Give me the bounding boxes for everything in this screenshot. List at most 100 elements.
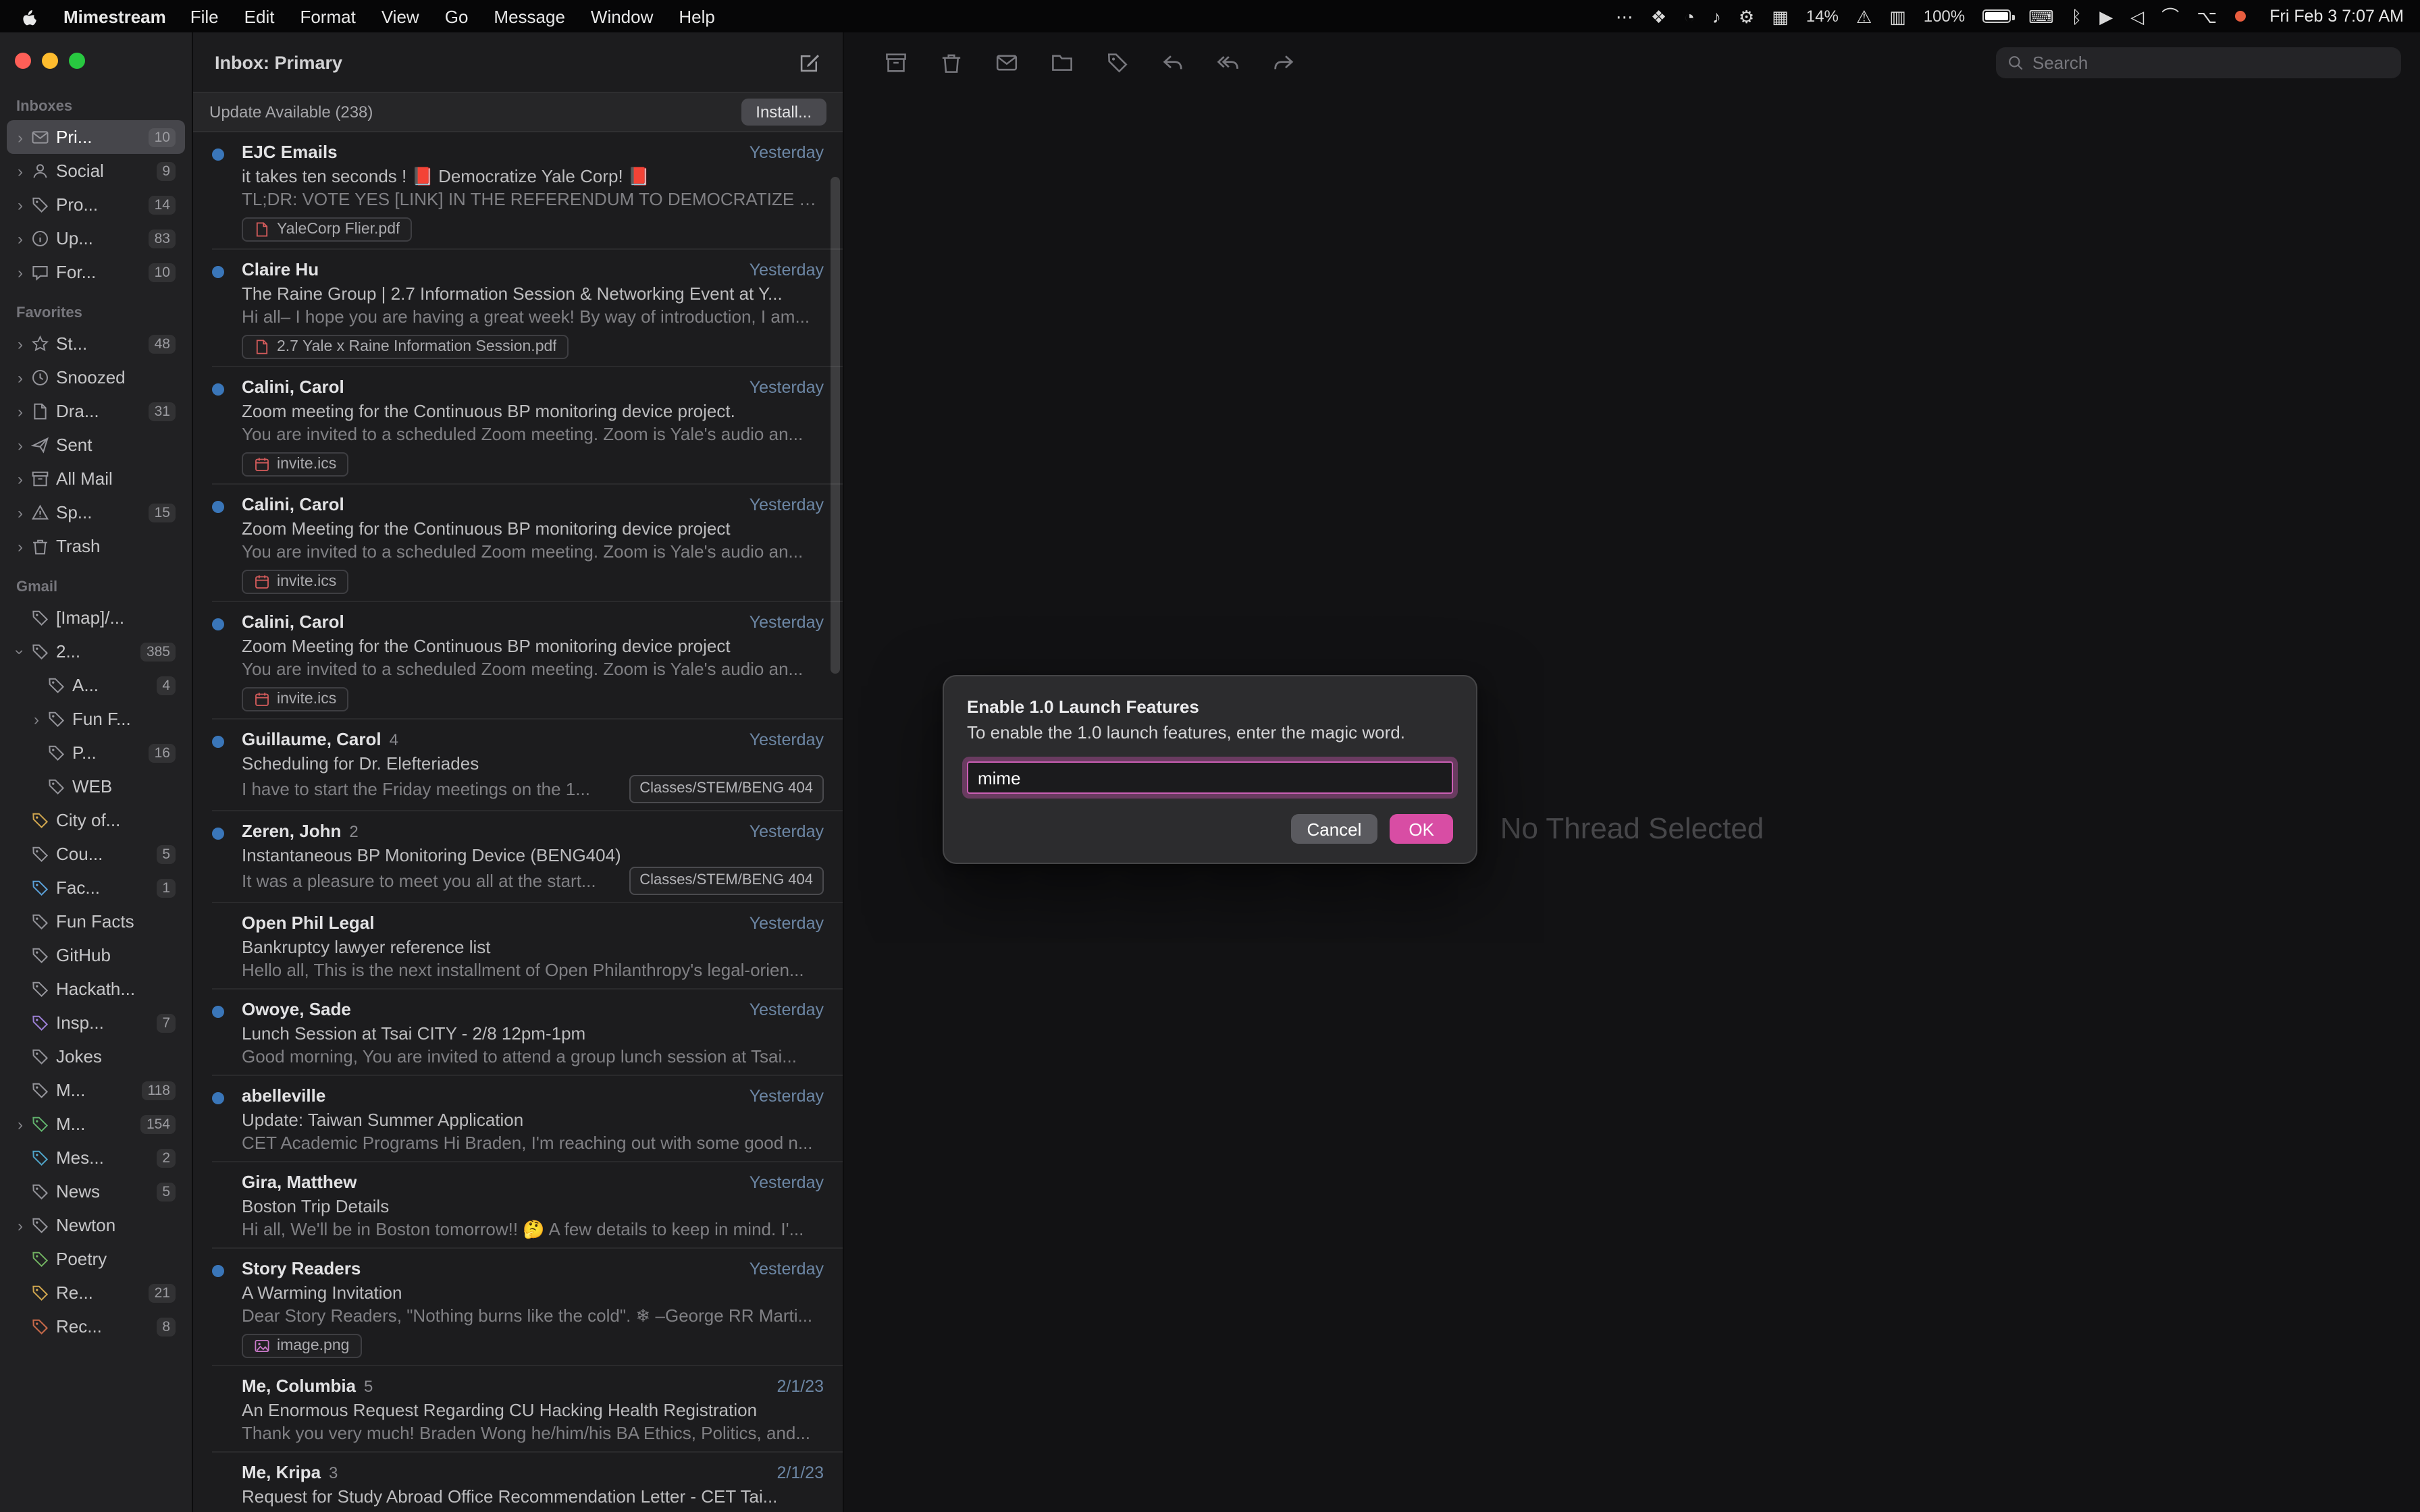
chevron-right-icon[interactable]: ›	[14, 470, 27, 487]
search-input[interactable]: Search	[1996, 47, 2401, 78]
sidebar-item-fac[interactable]: Fac...1	[7, 871, 185, 905]
magic-word-input[interactable]	[967, 761, 1453, 794]
sidebar-item-fun-facts[interactable]: Fun Facts	[7, 905, 185, 938]
sidebar-item-mes[interactable]: Mes...2	[7, 1141, 185, 1174]
menu-window[interactable]: Window	[591, 6, 654, 26]
forward-icon[interactable]	[1272, 51, 1295, 74]
play-icon[interactable]: ▶	[2099, 7, 2113, 25]
compose-icon[interactable]	[798, 51, 821, 74]
attachment-chip[interactable]: invite.ics	[242, 570, 348, 594]
battery-full-percent[interactable]: 100%	[1924, 7, 1965, 26]
sidebar-item-imap[interactable]: [Imap]/...	[7, 601, 185, 634]
sidebar-item-st[interactable]: ›St...48	[7, 327, 185, 360]
email-list-item[interactable]: EJC EmailsYesterdayit takes ten seconds …	[193, 132, 843, 250]
sidebar-item-all-mail[interactable]: ›All Mail	[7, 462, 185, 495]
reply-icon[interactable]	[1161, 51, 1184, 74]
sidebar-item-hackath[interactable]: Hackath...	[7, 972, 185, 1006]
sidebar-item-sent[interactable]: ›Sent	[7, 428, 185, 462]
time-machine-icon[interactable]: ◔	[1684, 7, 1695, 25]
cancel-button[interactable]: Cancel	[1290, 814, 1377, 844]
sidebar-item-m[interactable]: M...118	[7, 1073, 185, 1107]
sidebar-item-news[interactable]: News5	[7, 1174, 185, 1208]
attachment-chip[interactable]: YaleCorp Flier.pdf	[242, 217, 412, 242]
install-update-button[interactable]: Install...	[741, 99, 826, 126]
zoom-window-button[interactable]	[69, 53, 85, 69]
email-list-item[interactable]: Gira, MatthewYesterdayBoston Trip Detail…	[193, 1162, 843, 1249]
ok-button[interactable]: OK	[1390, 814, 1453, 844]
sidebar-item-newton[interactable]: ›Newton	[7, 1208, 185, 1242]
warning-icon[interactable]: ⚠	[1856, 7, 1872, 25]
sidebar-item-poetry[interactable]: Poetry	[7, 1242, 185, 1276]
email-list-item[interactable]: Story ReadersYesterdayA Warming Invitati…	[193, 1249, 843, 1366]
sidebar-item-m[interactable]: ›M...154	[7, 1107, 185, 1141]
chevron-right-icon[interactable]: ›	[14, 196, 27, 213]
apple-menu-icon[interactable]	[19, 6, 39, 26]
reply-all-icon[interactable]	[1217, 51, 1240, 74]
volume-icon[interactable]: ◁	[2130, 7, 2144, 25]
menu-help[interactable]: Help	[679, 6, 715, 26]
sidebar-item-web[interactable]: WEB	[7, 770, 185, 803]
list-scrollbar-thumb[interactable]	[831, 177, 840, 674]
email-list-item[interactable]: Owoye, SadeYesterdayLunch Session at Tsa…	[193, 990, 843, 1076]
label-chip[interactable]: Classes/STEM/BENG 404	[629, 775, 824, 803]
chevron-right-icon[interactable]: ›	[14, 1217, 27, 1233]
battery-low-percent[interactable]: 14%	[1806, 7, 1839, 26]
sidebar-item-up[interactable]: ›Up...83	[7, 221, 185, 255]
label-chip[interactable]: Classes/STEM/BENG 404	[629, 867, 824, 895]
attachment-chip[interactable]: image.png	[242, 1334, 361, 1358]
sidebar-item-re[interactable]: Re...21	[7, 1276, 185, 1310]
sidebar-item-social[interactable]: ›Social9	[7, 154, 185, 188]
menu-message[interactable]: Message	[494, 6, 565, 26]
email-list-item[interactable]: abellevilleYesterdayUpdate: Taiwan Summe…	[193, 1076, 843, 1162]
attachment-chip[interactable]: 2.7 Yale x Raine Information Session.pdf	[242, 335, 569, 359]
email-list-item[interactable]: Calini, CarolYesterdayZoom meeting for t…	[193, 367, 843, 485]
sidebar-item-sp[interactable]: ›Sp...15	[7, 495, 185, 529]
attachment-chip[interactable]: invite.ics	[242, 687, 348, 711]
control-center-icon[interactable]: ⌥	[2197, 7, 2217, 25]
bookmark-icon[interactable]: ❖	[1651, 7, 1666, 25]
email-list-item[interactable]: Claire HuYesterdayThe Raine Group | 2.7 …	[193, 250, 843, 367]
chevron-right-icon[interactable]: ›	[14, 504, 27, 520]
sidebar-item-fun-f[interactable]: ›Fun F...	[7, 702, 185, 736]
bluetooth-icon[interactable]: ᛒ	[2072, 7, 2082, 25]
more-icon[interactable]: ⋯	[1616, 7, 1633, 25]
battery-icon[interactable]	[1982, 9, 2011, 23]
sidebar-item-snoozed[interactable]: ›Snoozed	[7, 360, 185, 394]
email-list-item[interactable]: Me, Columbia52/1/23An Enormous Request R…	[193, 1366, 843, 1453]
settings-icon[interactable]: ⚙	[1739, 7, 1754, 25]
sidebar-item-dra[interactable]: ›Dra...31	[7, 394, 185, 428]
email-list-item[interactable]: Zeren, John2YesterdayInstantaneous BP Mo…	[193, 811, 843, 903]
grid-icon[interactable]: ▦	[1772, 7, 1789, 25]
chevron-right-icon[interactable]: ›	[14, 129, 27, 145]
chevron-down-icon[interactable]: ›	[12, 645, 28, 658]
wifi-icon[interactable]: ⌒	[2161, 7, 2179, 25]
email-list-item[interactable]: Guillaume, Carol4YesterdayScheduling for…	[193, 720, 843, 811]
mark-unread-icon[interactable]	[995, 51, 1018, 74]
display-icon[interactable]: ▥	[1889, 7, 1906, 25]
minimize-window-button[interactable]	[42, 53, 58, 69]
chevron-right-icon[interactable]: ›	[14, 1116, 27, 1132]
sidebar-item-a[interactable]: A...4	[7, 668, 185, 702]
chevron-right-icon[interactable]: ›	[14, 264, 27, 280]
chevron-right-icon[interactable]: ›	[14, 538, 27, 554]
move-to-folder-icon[interactable]	[1051, 51, 1074, 74]
email-list-item[interactable]: Me, Kripa32/1/23Request for Study Abroad…	[193, 1453, 843, 1512]
chevron-right-icon[interactable]: ›	[14, 335, 27, 352]
sidebar-item-pro[interactable]: ›Pro...14	[7, 188, 185, 221]
keyboard-icon[interactable]: ⌨	[2028, 7, 2054, 25]
chevron-right-icon[interactable]: ›	[30, 711, 43, 727]
chevron-right-icon[interactable]: ›	[14, 163, 27, 179]
sidebar-item-city-of[interactable]: City of...	[7, 803, 185, 837]
menu-go[interactable]: Go	[445, 6, 469, 26]
sidebar-item-2[interactable]: ›2...385	[7, 634, 185, 668]
sidebar-item-trash[interactable]: ›Trash	[7, 529, 185, 563]
chevron-right-icon[interactable]: ›	[14, 230, 27, 246]
menu-bar-clock[interactable]: Fri Feb 3 7:07 AM	[2269, 7, 2404, 26]
menu-file[interactable]: File	[190, 6, 219, 26]
sidebar-item-github[interactable]: GitHub	[7, 938, 185, 972]
email-list-item[interactable]: Calini, CarolYesterdayZoom Meeting for t…	[193, 485, 843, 602]
sidebar-item-p[interactable]: P...16	[7, 736, 185, 770]
sidebar-item-insp[interactable]: Insp...7	[7, 1006, 185, 1040]
recording-indicator[interactable]	[2234, 11, 2245, 22]
menu-edit[interactable]: Edit	[244, 6, 275, 26]
